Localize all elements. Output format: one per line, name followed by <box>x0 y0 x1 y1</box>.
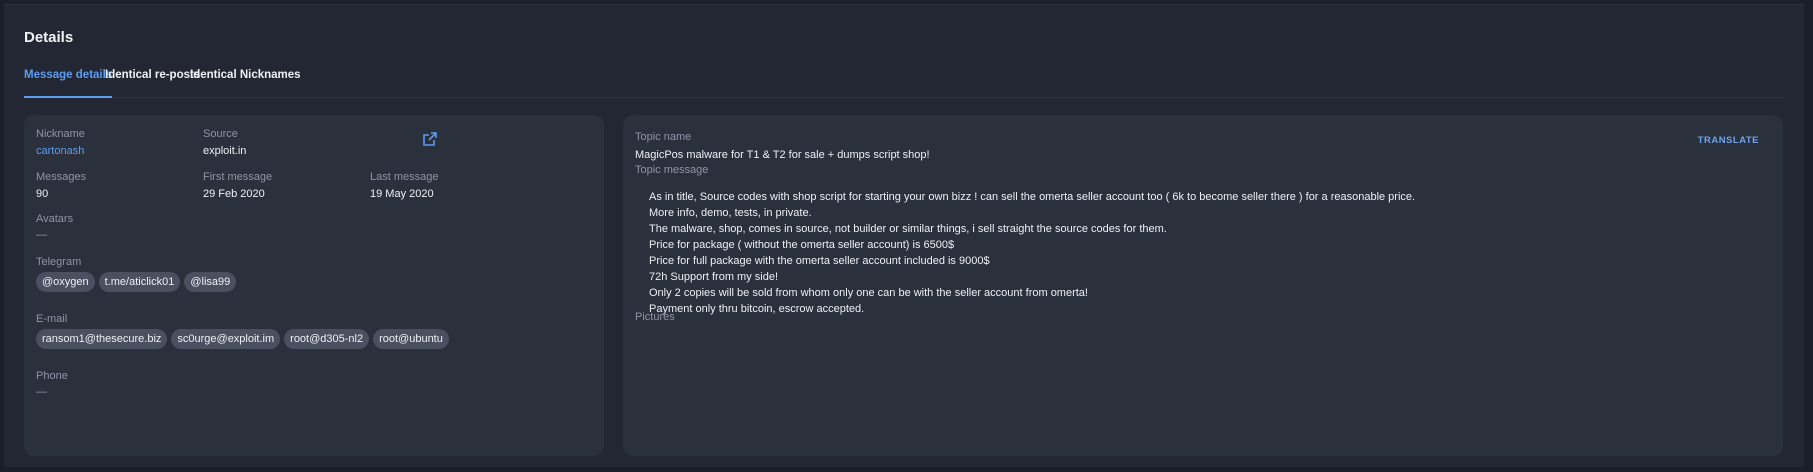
message-line: Payment only thru bitcoin, escrow accept… <box>649 303 865 315</box>
telegram-chip[interactable]: @lisa99 <box>184 272 237 292</box>
telegram-label: Telegram <box>36 256 82 268</box>
telegram-chip[interactable]: t.me/aticlick01 <box>98 272 181 292</box>
nickname-label: Nickname <box>36 128 85 140</box>
first-message-date: 29 Feb 2020 <box>203 188 265 200</box>
email-chip[interactable]: root@d305-nl2 <box>284 329 370 349</box>
messages-label: Messages <box>36 171 87 183</box>
avatars-label: Avatars <box>36 213 74 225</box>
telegram-chip[interactable]: @oxygen <box>36 272 95 292</box>
telegram-chips: @oxygen t.me/aticlick01 @lisa99 <box>36 272 237 292</box>
avatars-empty: — <box>36 229 47 241</box>
topic-card: Topic name TRANSLATE MagicPos malware fo… <box>623 115 1783 456</box>
tab-identical-reposts[interactable]: Identical re-posts <box>105 69 200 96</box>
phone-empty: — <box>36 386 47 398</box>
message-line: More info, demo, tests, in private. <box>649 207 812 219</box>
topic-message-body: As in title, Source codes with shop scri… <box>649 189 1415 317</box>
last-message-label: Last message <box>370 171 439 183</box>
last-message-date: 19 May 2020 <box>370 188 434 200</box>
source-label: Source <box>203 128 238 140</box>
message-line: Only 2 copies will be sold from whom onl… <box>649 287 1088 299</box>
tab-identical-nicknames[interactable]: Identical Nicknames <box>190 69 301 96</box>
message-line: The malware, shop, comes in source, not … <box>649 223 1167 235</box>
first-message-label: First message <box>203 171 273 183</box>
translate-button[interactable]: TRANSLATE <box>1698 135 1759 146</box>
profile-card: Nickname cartonash Source exploit.in Mes… <box>24 115 604 456</box>
message-line: 72h Support from my side! <box>649 271 779 283</box>
message-line: As in title, Source codes with shop scri… <box>649 191 1416 203</box>
message-line: Price for package ( without the omerta s… <box>649 239 955 251</box>
email-chip[interactable]: ransom1@thesecure.biz <box>36 329 168 349</box>
topic-name-label: Topic name <box>635 131 692 143</box>
topic-message-label: Topic message <box>635 164 709 176</box>
tab-message-details[interactable]: Message details <box>24 69 113 98</box>
message-line: Price for full package with the omerta s… <box>649 255 990 267</box>
external-link-icon[interactable] <box>422 131 438 147</box>
nickname-link[interactable]: cartonash <box>36 145 84 157</box>
tab-bar: Message details Identical re-posts Ident… <box>24 67 1784 98</box>
email-label: E-mail <box>36 313 68 325</box>
pictures-label: Pictures <box>635 311 675 323</box>
email-chip[interactable]: sc0urge@exploit.im <box>171 329 281 349</box>
phone-label: Phone <box>36 370 68 382</box>
source-value: exploit.in <box>203 145 247 157</box>
email-chips: ransom1@thesecure.biz sc0urge@exploit.im… <box>36 329 449 349</box>
topic-name: MagicPos malware for T1 & T2 for sale + … <box>635 149 930 161</box>
messages-count: 90 <box>36 188 49 200</box>
email-chip[interactable]: root@ubuntu <box>373 329 449 349</box>
page-title: Details <box>24 29 74 46</box>
details-panel: Details Message details Identical re-pos… <box>4 4 1804 467</box>
